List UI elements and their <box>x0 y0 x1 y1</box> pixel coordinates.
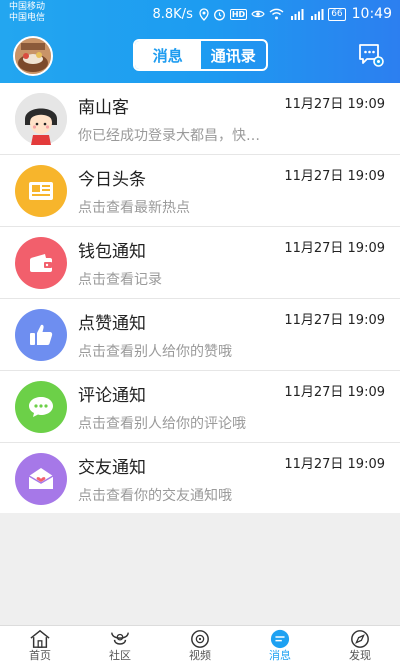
message-preview: 点击查看别人给你的评论哦 <box>78 416 246 432</box>
location-icon <box>199 7 209 21</box>
tab-label: 社区 <box>109 649 131 661</box>
carrier-2: 中国电信 <box>9 13 46 23</box>
network-speed: 8.8K/s <box>152 6 193 22</box>
person-avatar-icon <box>15 93 67 145</box>
message-title: 评论通知 <box>78 386 146 406</box>
alarm-icon <box>213 8 226 21</box>
tab-label: 消息 <box>269 649 291 661</box>
message-icon <box>270 629 290 649</box>
message-time: 11月27日 19:09 <box>284 97 385 112</box>
message-title: 今日头条 <box>78 170 146 190</box>
status-indicators: 8.8K/s HD 66 10:49 <box>152 5 392 23</box>
status-clock: 10:49 <box>351 6 392 22</box>
community-icon <box>111 632 129 645</box>
tab-home[interactable]: 首页 <box>0 626 80 661</box>
battery-indicator: 66 <box>328 7 346 21</box>
message-preview: 你已经成功登录大都昌，快… <box>78 128 260 144</box>
comment-icon <box>15 381 67 433</box>
compass-icon <box>351 630 369 648</box>
tab-label: 发现 <box>349 649 371 661</box>
empty-area <box>0 513 400 625</box>
message-time: 11月27日 19:09 <box>284 457 385 472</box>
tab-label: 首页 <box>29 649 51 661</box>
contacts-settings-button[interactable] <box>357 42 385 68</box>
eye-icon <box>251 9 265 19</box>
tab-discover[interactable]: 发现 <box>320 626 400 661</box>
tab-messages[interactable]: 消息 <box>135 41 201 69</box>
message-preview: 点击查看别人给你的赞哦 <box>78 344 232 360</box>
video-icon <box>191 630 209 648</box>
message-time: 11月27日 19:09 <box>284 385 385 400</box>
header-bar: 中国移动 中国电信 8.8K/s HD 66 10:49 消息 通讯录 <box>0 0 400 89</box>
signal-2g-icon <box>308 8 324 20</box>
wallet-icon <box>15 237 67 289</box>
segment-control: 消息 通讯录 <box>133 39 268 71</box>
message-row-toutiao[interactable]: 今日头条 11月27日 19:09 点击查看最新热点 <box>0 155 400 227</box>
message-title: 钱包通知 <box>78 242 146 262</box>
message-row-nanshanke[interactable]: 南山客 11月27日 19:09 你已经成功登录大都昌，快… <box>0 83 400 155</box>
carrier-1: 中国移动 <box>9 2 46 12</box>
message-preview: 点击查看最新热点 <box>78 200 190 216</box>
message-preview: 点击查看记录 <box>78 272 162 288</box>
carrier-info: 中国移动 中国电信 <box>9 2 45 24</box>
message-time: 11月27日 19:09 <box>284 313 385 328</box>
tab-messages-nav[interactable]: 消息 <box>240 626 320 661</box>
tab-contacts[interactable]: 通讯录 <box>201 41 267 69</box>
tab-label: 视频 <box>189 649 211 661</box>
message-preview: 点击查看你的交友通知哦 <box>78 488 232 504</box>
status-bar: 中国移动 中国电信 8.8K/s HD 66 10:49 <box>0 0 400 28</box>
message-row-friends[interactable]: 交友通知 11月27日 19:09 点击查看你的交友通知哦 <box>0 443 400 515</box>
message-time: 11月27日 19:09 <box>284 169 385 184</box>
chat-settings-icon <box>359 44 384 67</box>
tab-video[interactable]: 视频 <box>160 626 240 661</box>
tab-community[interactable]: 社区 <box>80 626 160 661</box>
signal-4g-icon <box>288 8 304 20</box>
envelope-icon <box>15 453 67 505</box>
message-row-likes[interactable]: 点赞通知 11月27日 19:09 点击查看别人给你的赞哦 <box>0 299 400 371</box>
thumbs-up-icon <box>15 309 67 361</box>
message-list: 南山客 11月27日 19:09 你已经成功登录大都昌，快… 今日头条 11月2… <box>0 83 400 515</box>
wifi-icon <box>269 8 284 20</box>
message-title: 点赞通知 <box>78 314 146 334</box>
message-title: 南山客 <box>78 98 129 118</box>
hd-badge: HD <box>229 8 248 20</box>
user-avatar[interactable] <box>13 36 53 76</box>
message-row-comments[interactable]: 评论通知 11月27日 19:09 点击查看别人给你的评论哦 <box>0 371 400 443</box>
bottom-tab-bar: 首页 社区 视频 消息 发现 <box>0 625 400 661</box>
home-icon <box>30 629 50 648</box>
news-icon <box>15 165 67 217</box>
message-time: 11月27日 19:09 <box>284 241 385 256</box>
message-row-wallet[interactable]: 钱包通知 11月27日 19:09 点击查看记录 <box>0 227 400 299</box>
message-title: 交友通知 <box>78 458 146 478</box>
